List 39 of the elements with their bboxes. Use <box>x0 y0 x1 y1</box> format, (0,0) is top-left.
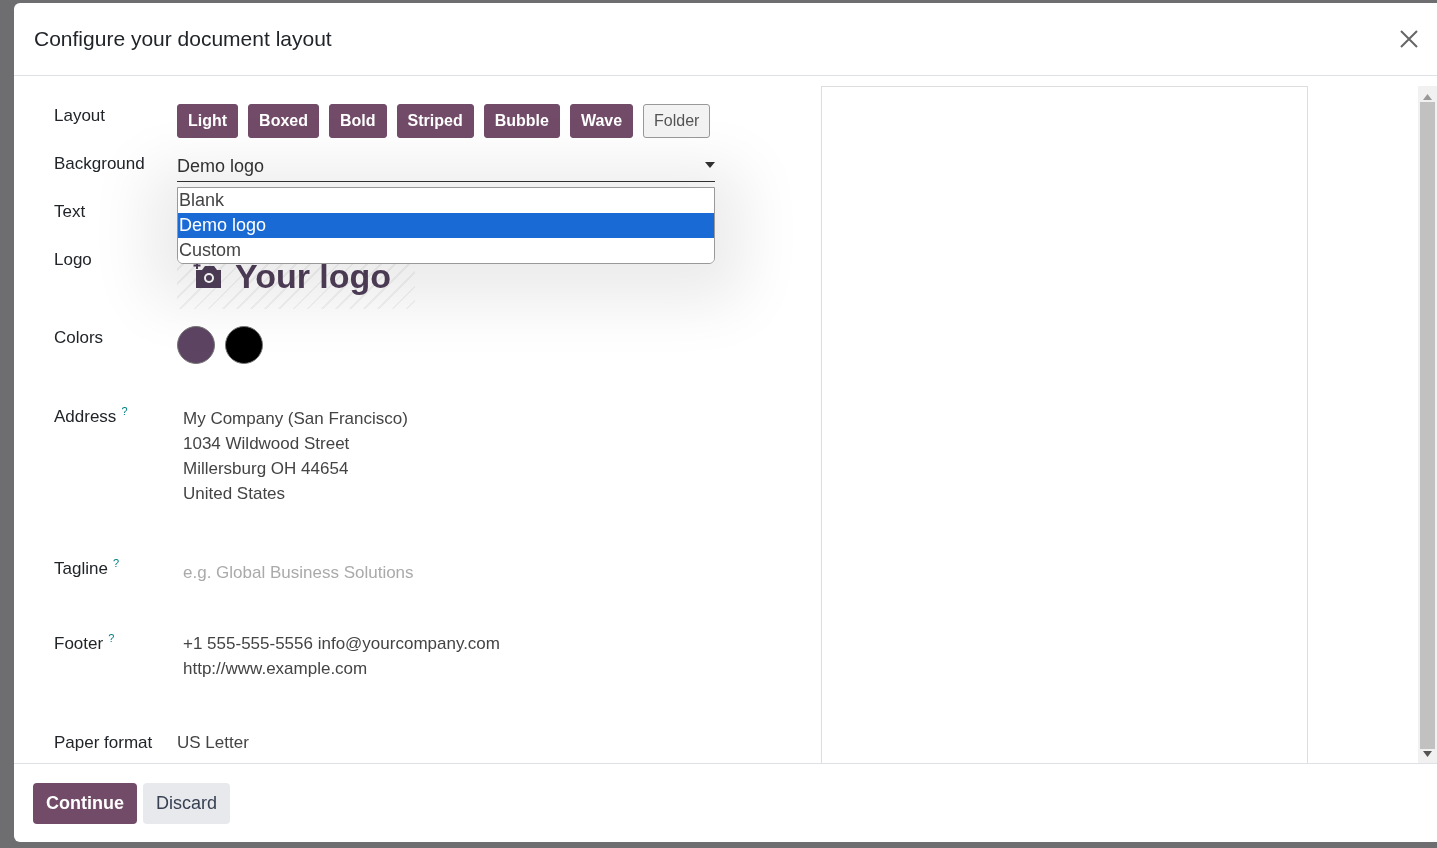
field-label: Footer <box>54 633 104 653</box>
dropdown-option[interactable]: Blank <box>178 188 714 213</box>
field-label: Text <box>54 201 87 223</box>
color-swatch[interactable] <box>177 326 215 364</box>
field-label: Logo <box>54 249 93 271</box>
help-mark[interactable]: ? <box>121 405 128 417</box>
paper-format-value[interactable]: US Letter <box>177 729 249 759</box>
caret-icon <box>705 162 715 168</box>
discard-button[interactable]: Discard <box>143 782 230 824</box>
background-select[interactable]: Demo logo <box>177 152 715 182</box>
field-label: Paper format <box>54 732 154 754</box>
footer-line: http://www.example.com <box>183 659 369 679</box>
scrollbar[interactable] <box>1418 86 1437 763</box>
color-swatch[interactable] <box>225 326 263 364</box>
layout-option[interactable]: Striped <box>396 104 474 138</box>
address-line: United States <box>183 484 287 504</box>
layout-option[interactable]: Boxed <box>248 104 319 138</box>
field-label: Colors <box>54 327 105 349</box>
layout-option[interactable]: Bubble <box>483 104 560 138</box>
continue-button[interactable]: Continue <box>33 782 137 824</box>
address-line: 1034 Wildwood Street <box>183 434 351 454</box>
field-label: Address <box>54 406 117 426</box>
dropdown-option[interactable]: Custom <box>178 238 714 263</box>
dialog-title: Configure your document layout <box>34 27 332 51</box>
layout-option[interactable]: Wave <box>569 104 634 138</box>
layout-option[interactable]: Folder <box>643 104 711 138</box>
close-icon <box>1399 29 1419 49</box>
help-mark[interactable]: ? <box>108 632 115 644</box>
dropdown-option[interactable]: Demo logo <box>178 213 714 238</box>
address-line: My Company (San Francisco) <box>183 409 408 429</box>
layout-option[interactable]: Bold <box>329 104 387 138</box>
field-label: Layout <box>54 105 107 127</box>
layout-option[interactable]: Light <box>177 104 239 138</box>
field-label: Background <box>54 153 146 175</box>
help-mark[interactable]: ? <box>112 557 119 569</box>
scroll-down-icon[interactable] <box>1423 751 1432 757</box>
field-label: Tagline <box>54 558 108 578</box>
footer-line: +1 555-555-5556 info@yourcompany.com <box>183 634 500 654</box>
address-line: Millersburg OH 44654 <box>183 459 350 479</box>
